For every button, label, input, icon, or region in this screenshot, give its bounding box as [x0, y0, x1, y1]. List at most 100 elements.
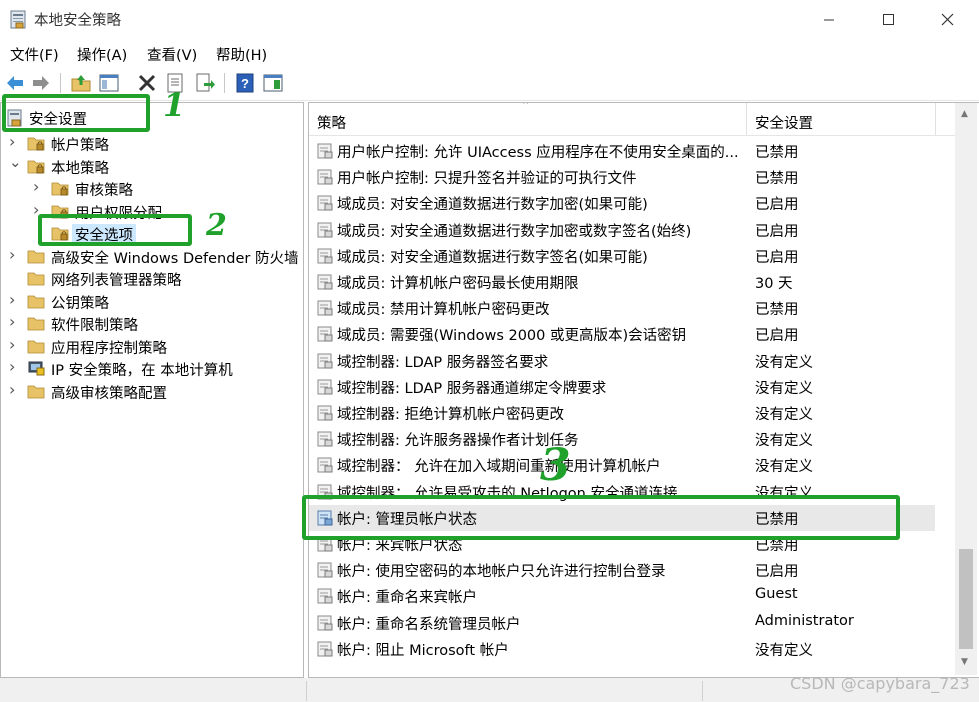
- show-hide-tree-icon[interactable]: [98, 72, 120, 94]
- folder-lock-icon: [27, 137, 45, 151]
- tree-item[interactable]: › 公钥策略: [1, 290, 301, 313]
- scroll-down-icon[interactable]: ▼: [961, 657, 968, 667]
- back-arrow-icon[interactable]: [4, 72, 26, 94]
- policy-name: 域成员: 禁用计算机帐户密码更改: [337, 302, 550, 319]
- close-button[interactable]: [925, 5, 971, 35]
- policy-setting-icon: [317, 326, 333, 342]
- expand-chevron-icon[interactable]: ›: [33, 177, 45, 196]
- console-pane-icon[interactable]: [262, 72, 284, 94]
- list-header: ⌃ 策略 安全设置: [309, 103, 955, 136]
- menu-view[interactable]: 查看(V): [147, 44, 197, 65]
- expand-chevron-icon[interactable]: ›: [9, 357, 21, 376]
- policy-setting-value: 已启用: [755, 564, 799, 581]
- svg-text:?: ?: [241, 76, 249, 91]
- policy-row[interactable]: 域成员: 禁用计算机帐户密码更改 已禁用: [309, 295, 935, 321]
- tree-item-label: 软件限制策略: [51, 318, 138, 334]
- policy-setting-icon: [317, 457, 333, 473]
- collapse-chevron-icon[interactable]: ⌄: [9, 153, 22, 171]
- menu-action[interactable]: 操作(A): [77, 44, 127, 65]
- tree-item-label: 网络列表管理器策略: [51, 273, 182, 289]
- policy-name: 用户帐户控制: 只提升签名并验证的可执行文件: [337, 171, 637, 188]
- policy-setting-value: 已启用: [755, 249, 799, 266]
- folder-icon: [27, 250, 45, 263]
- policy-row[interactable]: 域控制器: 允许服务器操作者计划任务 没有定义: [309, 426, 935, 452]
- menu-help[interactable]: 帮助(H): [216, 44, 267, 65]
- tree-item[interactable]: › IP 安全策略，在 本地计算机: [1, 357, 301, 380]
- expand-chevron-icon[interactable]: ›: [9, 290, 21, 309]
- column-header-policy[interactable]: 策略: [317, 112, 346, 133]
- policy-setting-value: Administrator: [755, 612, 854, 629]
- tree-item[interactable]: › 高级安全 Windows Defender 防火墙: [1, 245, 301, 268]
- policy-setting-icon: [317, 588, 333, 604]
- expand-chevron-icon[interactable]: ›: [9, 335, 21, 354]
- column-header-setting[interactable]: 安全设置: [755, 112, 813, 133]
- tree-item-label: IP 安全策略，在 本地计算机: [51, 363, 233, 379]
- ip-security-icon: [28, 361, 45, 376]
- scrollbar-thumb[interactable]: [959, 549, 973, 649]
- forward-arrow-icon[interactable]: [30, 72, 52, 94]
- expand-chevron-icon[interactable]: ›: [9, 380, 21, 399]
- policy-name: 域成员: 对安全通道数据进行数字加密或数字签名(始终): [337, 223, 692, 240]
- expand-chevron-icon[interactable]: ›: [9, 312, 21, 331]
- policy-row[interactable]: 域控制器: LDAP 服务器签名要求 没有定义: [309, 348, 935, 374]
- policy-setting-value: 没有定义: [755, 354, 813, 371]
- close-icon: [941, 13, 954, 26]
- policy-row[interactable]: 用户帐户控制: 允许 UIAccess 应用程序在不使用安全桌面的... 已禁用: [309, 138, 935, 164]
- policy-row[interactable]: 域控制器： 允许在加入域期间重新使用计算机帐户 没有定义: [309, 452, 935, 478]
- policy-row[interactable]: 域成员: 对安全通道数据进行数字加密(如果可能) 已启用: [309, 190, 935, 216]
- tree-item[interactable]: ⌄ 本地策略: [1, 153, 301, 178]
- policy-name: 域成员: 对安全通道数据进行数字加密(如果可能): [337, 197, 648, 214]
- maximize-button[interactable]: [865, 5, 911, 35]
- policy-setting-icon: [317, 353, 333, 369]
- scroll-up-icon[interactable]: ▲: [961, 109, 968, 119]
- expand-chevron-icon[interactable]: ›: [9, 132, 21, 151]
- policy-setting-icon: [317, 195, 333, 211]
- policy-setting-icon: [317, 248, 333, 264]
- up-folder-icon[interactable]: [70, 72, 92, 94]
- policy-row[interactable]: 域控制器: LDAP 服务器通道绑定令牌要求 没有定义: [309, 374, 935, 400]
- policy-row[interactable]: 帐户: 重命名系统管理员帐户 Administrator: [309, 610, 935, 636]
- tree-item-label: 公钥策略: [51, 295, 109, 312]
- policy-row[interactable]: 帐户: 使用空密码的本地帐户只允许进行控制台登录 已启用: [309, 557, 935, 583]
- policy-row[interactable]: 域成员: 对安全通道数据进行数字加密或数字签名(始终) 已启用: [309, 217, 935, 243]
- policy-setting-value: Guest: [755, 586, 798, 603]
- policy-name: 域控制器: 拒绝计算机帐户密码更改: [337, 407, 564, 423]
- policy-setting-icon: [317, 641, 333, 657]
- policy-row[interactable]: 域成员: 对安全通道数据进行数字签名(如果可能) 已启用: [309, 243, 935, 269]
- annotation-number-3: 3: [540, 440, 571, 491]
- policy-setting-value: 已启用: [755, 223, 799, 240]
- policy-row[interactable]: 帐户: 阻止 Microsoft 帐户 没有定义: [309, 636, 935, 662]
- tree-item[interactable]: › 审核策略: [1, 177, 301, 200]
- title-bar: 本地安全策略: [0, 0, 979, 40]
- tree-item[interactable]: › 软件限制策略: [1, 312, 301, 335]
- help-icon[interactable]: ?: [234, 72, 256, 94]
- policy-row[interactable]: 域成员: 需要强(Windows 2000 或更高版本)会话密钥 已启用: [309, 321, 935, 347]
- policy-setting-value: 没有定义: [755, 459, 813, 476]
- export-list-icon[interactable]: [194, 72, 216, 94]
- menu-file[interactable]: 文件(F): [10, 44, 59, 65]
- delete-icon[interactable]: [136, 72, 158, 94]
- policy-name: 帐户: 重命名来宾帐户: [337, 590, 477, 607]
- policy-setting-icon: [317, 615, 333, 631]
- policy-name: 域成员: 计算机帐户密码最长使用期限: [337, 276, 579, 292]
- tree-item-label: 帐户策略: [51, 138, 109, 154]
- policy-name: 帐户: 使用空密码的本地帐户只允许进行控制台登录: [337, 564, 666, 581]
- policy-setting-icon: [317, 222, 333, 238]
- tree-item-label: 审核策略: [75, 183, 133, 199]
- tree-item[interactable]: › 高级审核策略配置: [1, 380, 301, 403]
- tree-item[interactable]: › 帐户策略: [1, 132, 301, 155]
- tree-item[interactable]: 网络列表管理器策略: [1, 268, 301, 290]
- policy-setting-value: 已禁用: [755, 171, 799, 188]
- policy-row[interactable]: 域控制器: 拒绝计算机帐户密码更改 没有定义: [309, 400, 935, 426]
- expand-chevron-icon[interactable]: ›: [9, 245, 21, 264]
- vertical-scrollbar[interactable]: ▲ ▼: [955, 103, 977, 675]
- policy-name: 域控制器: LDAP 服务器通道绑定令牌要求: [337, 380, 607, 397]
- policy-setting-value: 没有定义: [755, 433, 813, 450]
- policy-row[interactable]: 域成员: 计算机帐户密码最长使用期限 30 天: [309, 269, 935, 295]
- policy-setting-icon: [317, 562, 333, 578]
- policy-row[interactable]: 用户帐户控制: 只提升签名并验证的可执行文件 已禁用: [309, 164, 935, 190]
- tree-item[interactable]: › 应用程序控制策略: [1, 335, 301, 358]
- minimize-button[interactable]: [806, 5, 852, 35]
- policy-row[interactable]: 帐户: 重命名来宾帐户 Guest: [309, 583, 935, 609]
- folder-icon: [27, 340, 45, 353]
